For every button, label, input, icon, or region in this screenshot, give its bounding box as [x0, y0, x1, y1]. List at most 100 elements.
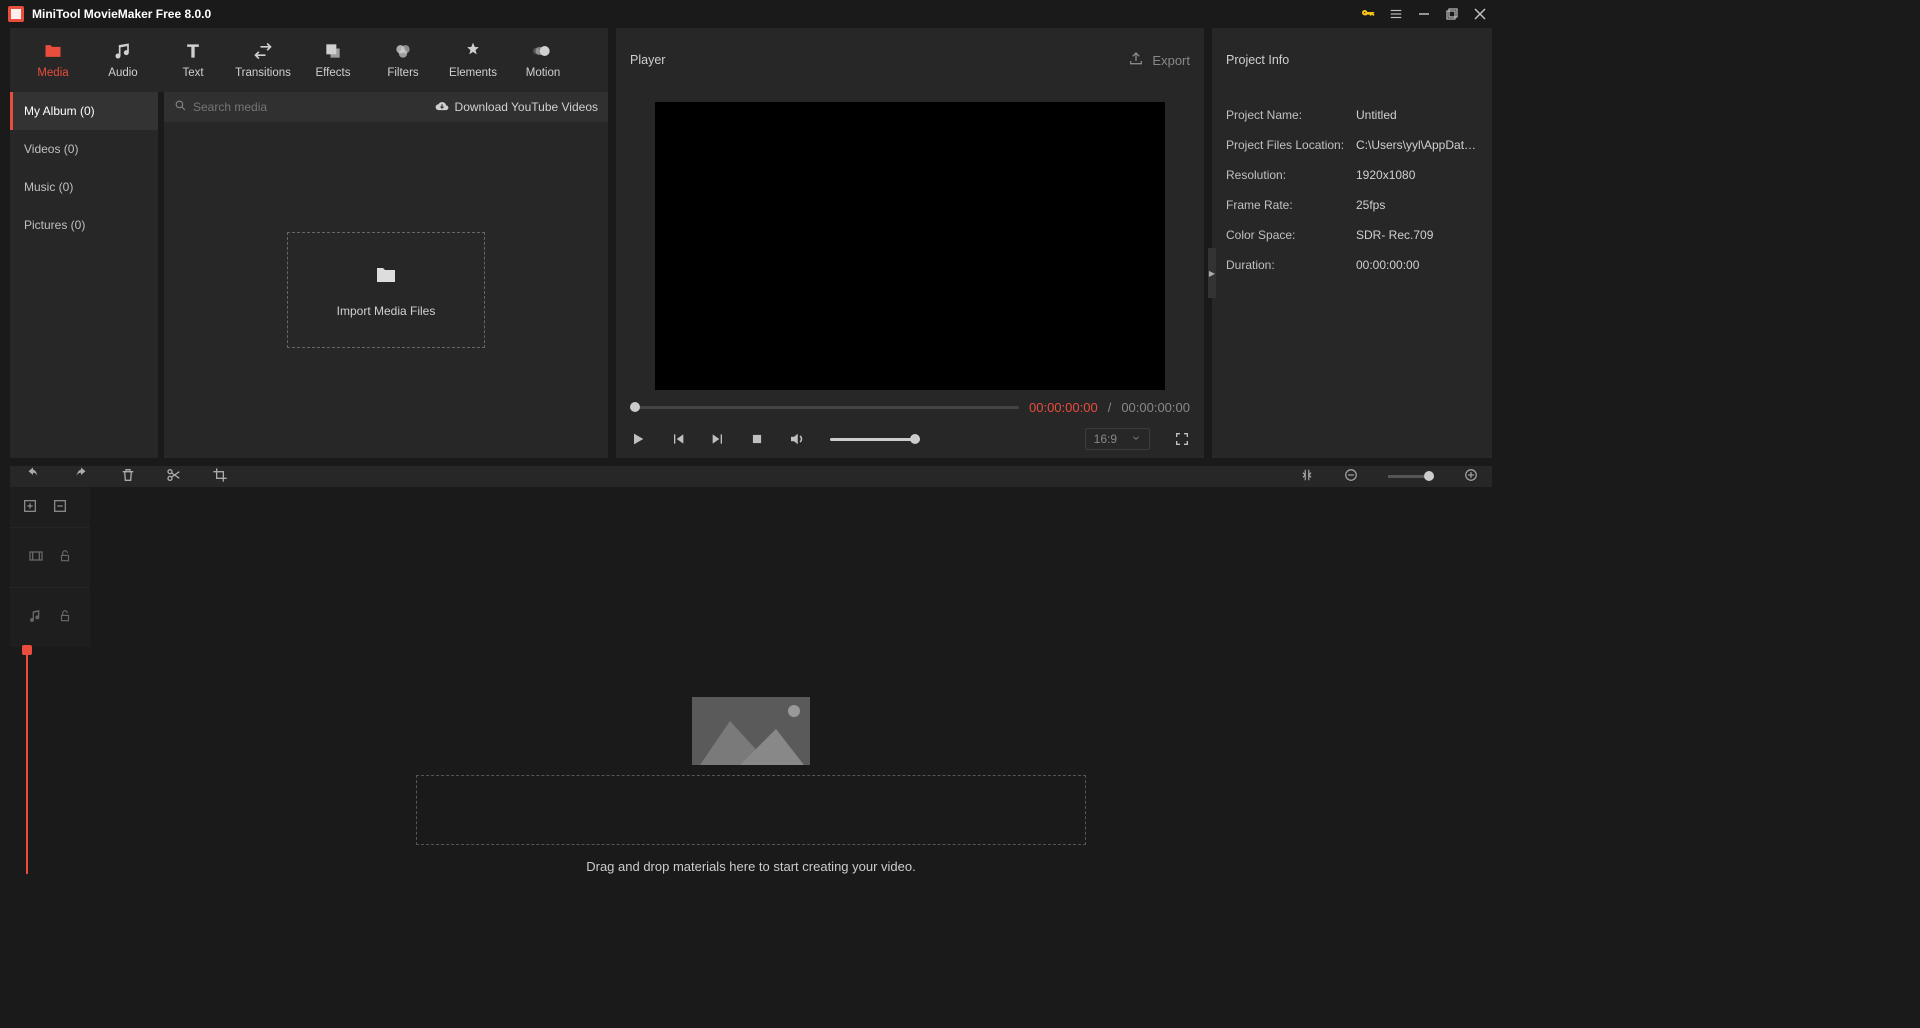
prev-frame-button[interactable] [670, 431, 686, 447]
info-key-duration: Duration: [1226, 258, 1356, 272]
add-track-button[interactable] [22, 498, 38, 517]
video-preview[interactable] [655, 102, 1165, 390]
time-current: 00:00:00:00 [1029, 400, 1098, 415]
player-header: Player Export [616, 28, 1204, 92]
effects-icon [323, 41, 343, 61]
video-track-icon [28, 548, 44, 567]
transitions-icon [253, 41, 273, 61]
volume-slider[interactable] [830, 438, 920, 441]
import-media-label: Import Media Files [337, 304, 436, 318]
aspect-ratio-value: 16:9 [1094, 432, 1117, 446]
timeline-drop-zone[interactable] [416, 775, 1086, 845]
tab-label: Media [37, 67, 68, 79]
next-frame-button[interactable] [710, 431, 726, 447]
elements-icon [463, 41, 483, 61]
maximize-button[interactable] [1438, 0, 1466, 28]
close-button[interactable] [1466, 0, 1494, 28]
info-val-framerate: 25fps [1356, 198, 1478, 212]
tab-label: Audio [108, 67, 137, 79]
cloud-download-icon [435, 99, 449, 116]
timeline-toolbar [10, 466, 1492, 487]
app-logo [8, 6, 24, 22]
player-title: Player [630, 53, 665, 67]
export-button[interactable]: Export [1128, 51, 1190, 70]
folder-icon [43, 41, 63, 61]
filters-icon [393, 41, 413, 61]
project-info-title: Project Info [1226, 53, 1289, 67]
tab-effects[interactable]: Effects [298, 28, 368, 92]
tab-audio[interactable]: Audio [88, 28, 158, 92]
redo-button[interactable] [72, 466, 90, 487]
import-media-button[interactable]: Import Media Files [287, 232, 485, 348]
remove-track-button[interactable] [52, 498, 68, 517]
info-val-duration: 00:00:00:00 [1356, 258, 1478, 272]
minimize-button[interactable] [1410, 0, 1438, 28]
text-icon [183, 41, 203, 61]
media-sidebar: My Album (0) Videos (0) Music (0) Pictur… [10, 92, 158, 458]
delete-button[interactable] [120, 467, 136, 486]
project-info-header: Project Info [1212, 28, 1492, 92]
info-key-framerate: Frame Rate: [1226, 198, 1356, 212]
tab-text[interactable]: Text [158, 28, 228, 92]
download-youtube-link[interactable]: Download YouTube Videos [435, 99, 598, 116]
export-icon [1128, 51, 1144, 70]
fit-timeline-button[interactable] [1300, 468, 1314, 485]
tab-label: Text [182, 67, 203, 79]
sidebar-item-videos[interactable]: Videos (0) [10, 130, 158, 168]
tab-filters[interactable]: Filters [368, 28, 438, 92]
info-key-name: Project Name: [1226, 108, 1356, 122]
music-icon [113, 41, 133, 61]
volume-button[interactable] [788, 430, 806, 448]
seek-bar[interactable] [630, 406, 1019, 409]
sidebar-item-my-album[interactable]: My Album (0) [10, 92, 158, 130]
crop-button[interactable] [212, 467, 228, 486]
timeline-canvas[interactable]: Drag and drop materials here to start cr… [10, 647, 1492, 874]
time-duration: 00:00:00:00 [1121, 400, 1190, 415]
audio-track-icon [28, 608, 44, 627]
folder-icon [372, 263, 400, 290]
tab-label: Transitions [235, 67, 291, 79]
sidebar-item-pictures[interactable]: Pictures (0) [10, 206, 158, 244]
playhead[interactable] [26, 647, 28, 874]
motion-icon [533, 41, 553, 61]
timeline: Drag and drop materials here to start cr… [10, 487, 1492, 874]
player-panel: 00:00:00:00 / 00:00:00:00 16:9 [616, 92, 1204, 458]
chevron-down-icon [1131, 432, 1141, 446]
lock-track-button[interactable] [58, 609, 72, 626]
info-key-location: Project Files Location: [1226, 138, 1356, 152]
undo-button[interactable] [24, 466, 42, 487]
tab-label: Motion [526, 67, 561, 79]
zoom-out-button[interactable] [1344, 468, 1358, 485]
timeline-drop-text: Drag and drop materials here to start cr… [586, 859, 916, 874]
license-key-icon[interactable] [1354, 0, 1382, 28]
menu-icon[interactable] [1382, 0, 1410, 28]
tab-label: Filters [387, 67, 418, 79]
tab-transitions[interactable]: Transitions [228, 28, 298, 92]
sidebar-item-music[interactable]: Music (0) [10, 168, 158, 206]
zoom-slider[interactable] [1388, 475, 1434, 478]
tab-media[interactable]: Media [18, 28, 88, 92]
info-val-name: Untitled [1356, 108, 1478, 122]
search-input[interactable] [193, 100, 435, 114]
media-panel: Download YouTube Videos Import Media Fil… [164, 92, 608, 458]
tab-label: Elements [449, 67, 497, 79]
info-key-colorspace: Color Space: [1226, 228, 1356, 242]
lock-track-button[interactable] [58, 549, 72, 566]
collapse-info-button[interactable]: ▶ [1208, 248, 1216, 298]
split-button[interactable] [166, 467, 182, 486]
zoom-in-button[interactable] [1464, 468, 1478, 485]
tab-elements[interactable]: Elements [438, 28, 508, 92]
tab-motion[interactable]: Motion [508, 28, 578, 92]
download-youtube-label: Download YouTube Videos [455, 100, 598, 114]
info-val-colorspace: SDR- Rec.709 [1356, 228, 1478, 242]
placeholder-thumbnail [692, 697, 810, 765]
info-val-location: C:\Users\yyl\AppDat… [1356, 138, 1478, 152]
fullscreen-button[interactable] [1174, 431, 1190, 447]
export-label: Export [1152, 53, 1190, 68]
info-val-resolution: 1920x1080 [1356, 168, 1478, 182]
play-button[interactable] [630, 431, 646, 447]
stop-button[interactable] [750, 432, 764, 446]
aspect-ratio-select[interactable]: 16:9 [1085, 428, 1150, 450]
app-title: MiniTool MovieMaker Free 8.0.0 [32, 7, 211, 21]
time-separator: / [1108, 400, 1112, 415]
